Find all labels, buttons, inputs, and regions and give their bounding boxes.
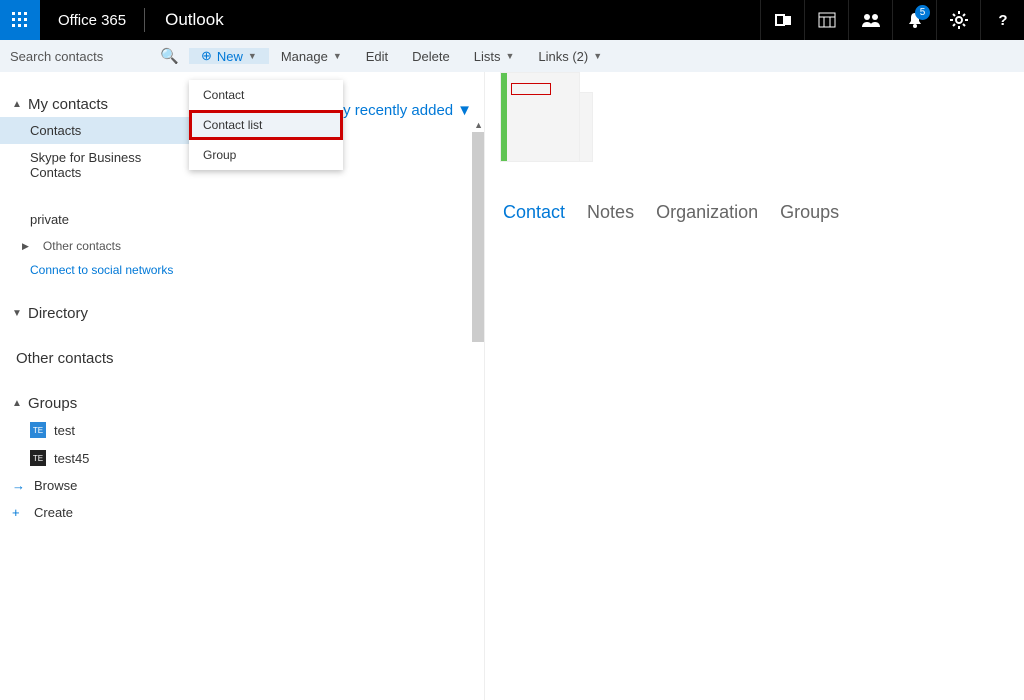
outlook-icon: [774, 11, 792, 29]
global-header: Office 365 Outlook 5 ?: [0, 0, 1024, 40]
group-avatar: TE: [30, 422, 46, 438]
people-button[interactable]: [848, 0, 892, 40]
calendar-button[interactable]: [804, 0, 848, 40]
groups-browse-link[interactable]: → Browse: [0, 472, 189, 499]
topbar-spacer: [244, 0, 760, 40]
calendar-icon: [818, 11, 836, 29]
group-item-label: test: [54, 423, 75, 438]
preview-thumbnail: [500, 72, 580, 162]
links-button[interactable]: Links (2) ▼: [526, 40, 614, 72]
notifications-button[interactable]: 5: [892, 0, 936, 40]
detail-tabs: Contact Notes Organization Groups: [503, 202, 1006, 223]
groups-label: Groups: [28, 395, 77, 412]
new-dropdown-menu: Contact Contact list Group: [189, 80, 343, 170]
manage-button[interactable]: Manage ▼: [269, 40, 354, 72]
chevron-up-icon: ▲: [12, 398, 22, 409]
tab-contact[interactable]: Contact: [503, 202, 565, 223]
group-item-label: test45: [54, 451, 89, 466]
sidebar-item-label: Other contacts: [43, 239, 121, 253]
scrollbar[interactable]: [472, 132, 484, 342]
delete-button[interactable]: Delete: [400, 40, 462, 72]
chevron-down-icon: ▼: [333, 51, 342, 61]
new-label: New: [217, 49, 243, 64]
lists-button[interactable]: Lists ▼: [462, 40, 527, 72]
connect-social-networks-link[interactable]: Connect to social networks: [0, 259, 189, 281]
tab-organization[interactable]: Organization: [656, 202, 758, 223]
groups-create-link[interactable]: + Create: [0, 499, 189, 526]
sidebar-item-skype-contacts[interactable]: Skype for Business Contacts: [0, 144, 189, 186]
groups-browse-label: Browse: [34, 478, 77, 493]
edit-button[interactable]: Edit: [354, 40, 400, 72]
sort-dropdown[interactable]: By recently added ▼: [333, 102, 472, 119]
other-contacts-header[interactable]: Other contacts: [0, 346, 189, 371]
other-contacts-section: Other contacts: [0, 346, 189, 371]
new-button-wrap: ⊕ New ▼ Contact Contact list Group: [189, 48, 269, 64]
app-launcher-button[interactable]: [0, 0, 40, 40]
sidebar: Search contacts 🔍 ▲ My contacts Contacts…: [0, 40, 189, 700]
directory-label: Directory: [28, 305, 88, 322]
scroll-up-arrow-icon[interactable]: ▲: [474, 120, 483, 130]
tab-notes[interactable]: Notes: [587, 202, 634, 223]
people-icon: [861, 11, 881, 29]
help-button[interactable]: ?: [980, 0, 1024, 40]
plus-icon: +: [12, 505, 26, 520]
gear-icon: [950, 11, 968, 29]
sidebar-item-contacts[interactable]: Contacts: [0, 117, 189, 144]
thumbnail-highlight: [511, 83, 551, 95]
main-shell: Search contacts 🔍 ▲ My contacts Contacts…: [0, 40, 1024, 700]
settings-button[interactable]: [936, 0, 980, 40]
arrow-right-icon: →: [12, 478, 26, 493]
search-contacts-input[interactable]: Search contacts 🔍: [0, 40, 189, 72]
group-item-test45[interactable]: TE test45: [0, 444, 189, 472]
chevron-right-icon: ▶: [22, 241, 29, 252]
new-menu-group[interactable]: Group: [189, 140, 343, 170]
tab-groups[interactable]: Groups: [780, 202, 839, 223]
search-icon: 🔍: [160, 47, 179, 65]
my-contacts-section: ▲ My contacts Contacts Skype for Busines…: [0, 92, 189, 281]
svg-text:?: ?: [998, 12, 1007, 29]
manage-label: Manage: [281, 49, 328, 64]
chevron-down-icon: ▼: [457, 102, 472, 119]
group-avatar: TE: [30, 450, 46, 466]
new-menu-contact[interactable]: Contact: [189, 80, 343, 110]
chevron-down-icon: ▼: [593, 51, 602, 61]
other-contacts-label: Other contacts: [16, 350, 114, 367]
search-placeholder: Search contacts: [10, 49, 103, 64]
sidebar-item-label: Contacts: [30, 123, 81, 138]
thumbnail-accent: [501, 73, 507, 161]
links-label: Links (2): [538, 49, 588, 64]
my-contacts-label: My contacts: [28, 96, 108, 113]
app-name[interactable]: Outlook: [145, 0, 244, 40]
sidebar-item-private[interactable]: private: [0, 206, 189, 233]
outlook-launcher-button[interactable]: [760, 0, 804, 40]
new-menu-contact-list[interactable]: Contact list: [189, 110, 343, 140]
my-contacts-header[interactable]: ▲ My contacts: [0, 92, 189, 117]
waffle-icon: [12, 12, 28, 28]
command-toolbar: ⊕ New ▼ Contact Contact list Group Manag…: [189, 40, 1024, 72]
suite-brand[interactable]: Office 365: [40, 0, 144, 40]
sort-label: By recently added: [333, 102, 453, 119]
help-icon: ?: [994, 11, 1012, 29]
groups-header[interactable]: ▲ Groups: [0, 391, 189, 416]
main-pane: ⊕ New ▼ Contact Contact list Group Manag…: [189, 40, 1024, 700]
group-item-test[interactable]: TE test: [0, 416, 189, 444]
groups-section: ▲ Groups TE test TE test45 → Browse + Cr…: [0, 391, 189, 526]
new-button[interactable]: ⊕ New ▼: [189, 48, 269, 64]
lists-label: Lists: [474, 49, 501, 64]
chevron-up-icon: ▲: [12, 99, 22, 110]
notification-count-badge: 5: [915, 5, 930, 20]
sidebar-item-other-contacts[interactable]: ▶ Other contacts: [0, 233, 189, 259]
sidebar-item-label: private: [30, 212, 69, 227]
sidebar-item-label: Skype for Business Contacts: [30, 150, 177, 180]
chevron-down-icon: ▼: [248, 51, 257, 61]
directory-section: ▼ Directory: [0, 301, 189, 326]
plus-circle-icon: ⊕: [201, 48, 212, 64]
groups-create-label: Create: [34, 505, 73, 520]
chevron-down-icon: ▼: [505, 51, 514, 61]
chevron-down-icon: ▼: [12, 308, 22, 319]
contact-detail-column: Contact Notes Organization Groups: [485, 72, 1024, 700]
directory-header[interactable]: ▼ Directory: [0, 301, 189, 326]
